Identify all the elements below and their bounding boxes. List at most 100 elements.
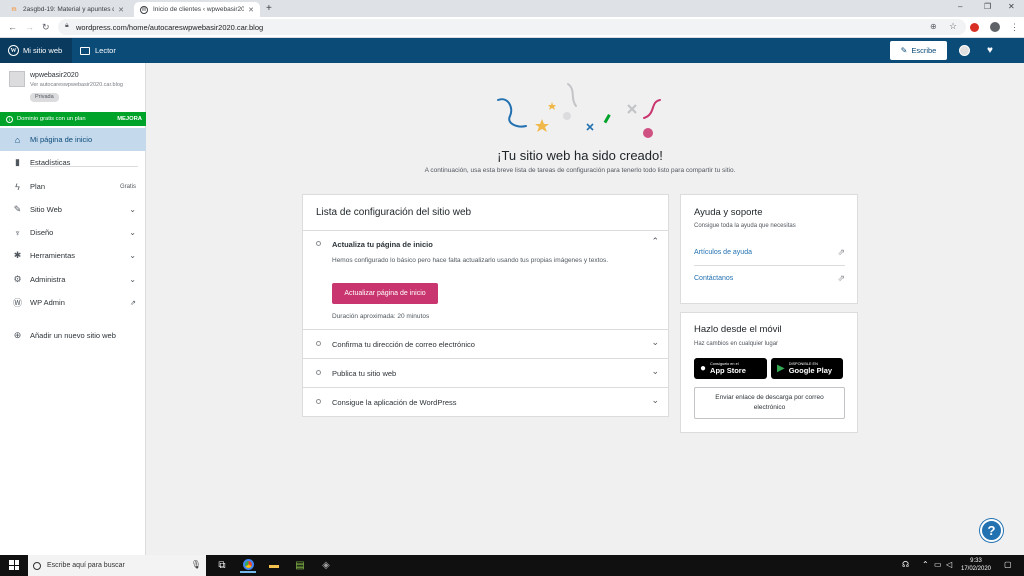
extension-icon[interactable] (970, 23, 979, 32)
clock-time: 9:33 (970, 558, 982, 564)
help-articles-link[interactable]: Artículos de ayuda ⇗ (694, 241, 845, 266)
minimize-button[interactable]: – (958, 2, 962, 11)
my-site-label: Mi sitio web (23, 46, 63, 55)
google-play-button[interactable]: ▶ DISPONIBLE EN Google Play (771, 358, 843, 379)
sidebar-divider (30, 166, 138, 167)
domain-upsell-banner[interactable]: i Dominio gratis con un plan MEJORA (0, 112, 146, 126)
people-icon[interactable]: ☊ (902, 560, 909, 569)
chevron-up-icon[interactable]: ⌃ (651, 236, 659, 247)
home-icon: ⌂ (14, 134, 21, 145)
write-label: Escribe (911, 46, 937, 55)
task-duration: Duración aproximada: 20 minutos (332, 313, 430, 320)
task-status-icon (316, 341, 321, 346)
tab-title: 2asgbd-19: Material y apuntes d (23, 6, 115, 13)
sidebar-item-tools[interactable]: ✱ Herramientas ⌄ (0, 244, 146, 267)
close-window-button[interactable]: ✕ (1008, 2, 1015, 11)
reader-label: Lector (95, 46, 116, 55)
app-icon[interactable]: ◈ (318, 558, 334, 573)
new-tab-button[interactable]: + (266, 3, 272, 14)
sidebar-item-label: Mi página de inicio (30, 135, 93, 144)
close-tab-icon[interactable]: ✕ (118, 6, 124, 14)
profile-avatar-icon[interactable] (990, 22, 1000, 32)
task-view-icon[interactable]: ⧉ (214, 558, 230, 573)
reload-icon[interactable]: ↻ (42, 22, 50, 33)
privacy-badge: Privada (30, 93, 59, 102)
chevron-down-icon[interactable]: ⌄ (651, 366, 659, 377)
back-arrow-icon[interactable]: ← (8, 22, 17, 32)
notifications-bell-icon[interactable]: ♥ (987, 45, 993, 56)
tray-chevron-up-icon[interactable]: ⌃ (922, 560, 929, 569)
file-explorer-icon[interactable]: ▬ (266, 558, 282, 573)
sidebar-item-add-site[interactable]: ⊕ Añadir un nuevo sitio web (0, 324, 146, 347)
chevron-down-icon: ⌄ (129, 228, 136, 237)
domain-upgrade-link[interactable]: MEJORA (117, 116, 142, 122)
write-button[interactable]: ✎ Escribe (890, 41, 947, 60)
reader-button[interactable]: Lector (80, 38, 116, 63)
sidebar-item-manage[interactable]: ⚙ Administra ⌄ (0, 268, 146, 291)
wordpress-icon: Ⓦ (12, 298, 22, 308)
email-download-link-button[interactable]: Enviar enlace de descarga por correo ele… (694, 387, 845, 419)
network-icon[interactable]: ▭ (934, 560, 942, 569)
notepad-icon[interactable]: ▤ (292, 558, 308, 573)
sidebar-item-site[interactable]: ✎ Sitio Web ⌄ (0, 198, 146, 221)
plus-circle-icon: ⊕ (13, 330, 22, 340)
checklist-title: Lista de configuración del sitio web (316, 207, 472, 218)
task-publish-site[interactable]: Publica tu sitio web ⌄ (303, 359, 668, 388)
sidebar-item-plan[interactable]: ϟ Plan Gratis (0, 175, 146, 198)
browser-tab-material[interactable]: m 2asgbd-19: Material y apuntes d ✕ (4, 2, 130, 17)
site-name: wpwebasir2020 (30, 72, 79, 79)
site-card[interactable]: wpwebasir2020 Ver autocareswpwebasir2020… (0, 63, 146, 112)
help-button[interactable]: ? (980, 519, 1003, 542)
site-url-link[interactable]: Ver autocareswpwebasir2020.car.blog (30, 82, 140, 88)
browser-tab-wordpress[interactable]: W Inicio de clientes ‹ wpwebasir20 ✕ (134, 2, 260, 17)
contact-us-link[interactable]: Contáctanos ⇗ (694, 267, 845, 292)
info-icon: i (6, 115, 13, 123)
address-bar[interactable]: 🔒︎ wordpress.com/home/autocareswpwebasir… (58, 19, 966, 35)
taskbar-clock[interactable]: 9:33 17/02/2020 (956, 557, 996, 573)
external-link-icon: ⇗ (130, 299, 136, 307)
browser-menu-icon[interactable]: ⋮ (1010, 22, 1019, 33)
notifications-icon[interactable]: ▢ (1004, 560, 1012, 569)
task-get-app[interactable]: Consigue la aplicación de WordPress ⌄ (303, 388, 668, 416)
close-tab-icon[interactable]: ✕ (248, 6, 254, 14)
forward-arrow-icon[interactable]: → (25, 22, 34, 32)
sidebar-item-design[interactable]: ♆ Diseño ⌄ (0, 221, 146, 244)
google-play-icon: ▶ (777, 363, 785, 374)
domain-promo-text: Dominio gratis con un plan (17, 116, 86, 122)
chevron-down-icon[interactable]: ⌄ (651, 395, 659, 406)
task-description: Hemos configurado lo básico pero hace fa… (332, 257, 609, 264)
user-avatar[interactable] (959, 45, 970, 56)
task-title[interactable]: Actualiza tu página de inicio (332, 240, 433, 249)
contact-us-label: Contáctanos (694, 275, 734, 282)
sidebar-item-home[interactable]: ⌂ Mi página de inicio (0, 128, 146, 151)
update-homepage-button[interactable]: Actualizar página de inicio (332, 283, 438, 304)
app-store-button[interactable]: ● Consíguelo en el App Store (694, 358, 767, 379)
taskbar-search[interactable]: Escribe aquí para buscar 🎙︎ (28, 555, 206, 576)
microphone-icon[interactable]: 🎙︎ (191, 560, 201, 569)
windows-taskbar: Escribe aquí para buscar 🎙︎ ⧉ ▬ ▤ ◈ ☊ ⌃ … (0, 555, 1024, 576)
windows-start-icon[interactable] (9, 560, 19, 570)
mobile-title: Hazlo desde el móvil (694, 324, 782, 335)
task-title: Consigue la aplicación de WordPress (332, 398, 457, 407)
volume-icon[interactable]: ◁ (946, 560, 952, 569)
chevron-down-icon[interactable]: ⌄ (651, 337, 659, 348)
sidebar: wpwebasir2020 Ver autocareswpwebasir2020… (0, 63, 146, 555)
search-icon (33, 561, 41, 570)
my-site-button[interactable]: W Mi sitio web (0, 38, 72, 63)
site-info-icon[interactable]: ⊕ (930, 22, 937, 31)
chevron-down-icon: ⌄ (129, 251, 136, 260)
wordpress-logo-icon: W (8, 45, 19, 56)
apple-icon: ● (700, 363, 707, 374)
browser-toolbar: ← → ↻ 🔒︎ wordpress.com/home/autocareswpw… (0, 17, 1024, 38)
task-confirm-email[interactable]: Confirma tu dirección de correo electrón… (303, 330, 668, 359)
sidebar-item-stats[interactable]: ▮ Estadísticas (0, 151, 146, 174)
sidebar-item-wp-admin[interactable]: Ⓦ WP Admin ⇗ (0, 291, 146, 314)
chrome-icon[interactable] (240, 558, 256, 573)
maximize-button[interactable]: ❐ (984, 2, 991, 11)
url-text: wordpress.com/home/autocareswpwebasir202… (76, 23, 264, 32)
site-icon (9, 71, 25, 87)
bookmark-star-icon[interactable]: ☆ (949, 21, 957, 32)
wordpress-favicon-icon: W (140, 5, 148, 14)
chevron-down-icon: ⌄ (129, 275, 136, 284)
task-status-icon (316, 370, 321, 375)
